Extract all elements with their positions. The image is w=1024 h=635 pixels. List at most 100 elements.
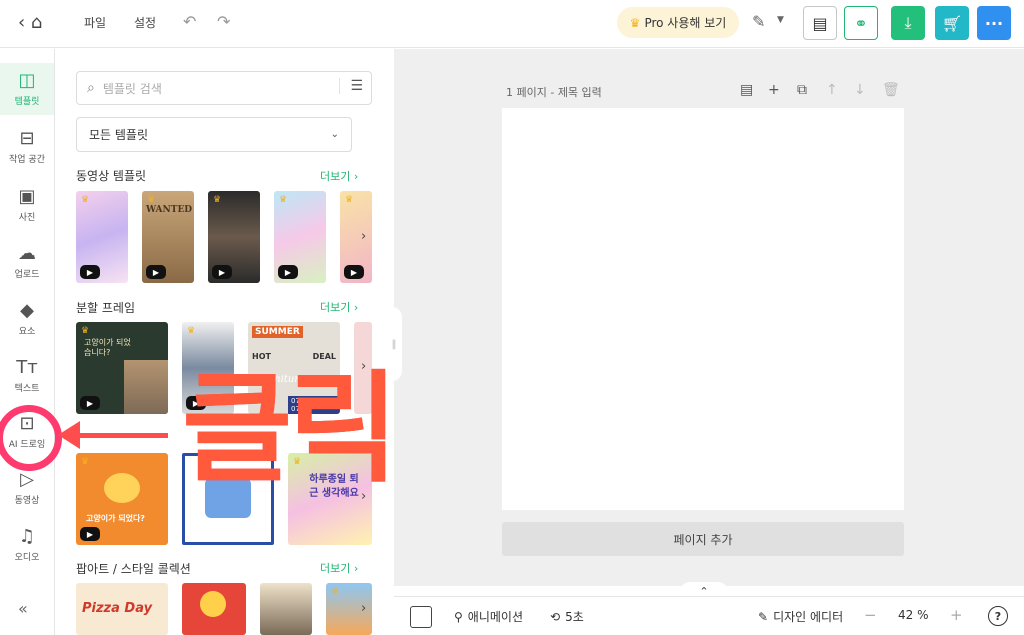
design-editor-button[interactable]: ✎ 디자인 에디터 bbox=[758, 608, 843, 625]
text-icon: Tт bbox=[16, 356, 38, 378]
copy-page-icon[interactable]: ⧉ bbox=[797, 82, 807, 98]
split-template-thumb[interactable]: ♛ 고양이가 되었습니다? ▶ bbox=[76, 322, 168, 414]
more-link-popart[interactable]: 더보기 › bbox=[320, 560, 358, 576]
nav-upload[interactable]: ☁ 업로드 bbox=[0, 236, 54, 288]
nav-label: 오디오 bbox=[14, 552, 40, 563]
video-template-thumb[interactable]: ♛ WANTED ▶ bbox=[142, 191, 194, 283]
page-title-input[interactable]: 1 페이지 - 제목 입력 bbox=[506, 84, 602, 100]
section-title-split: 분할 프레임 bbox=[76, 301, 136, 315]
nav-photos[interactable]: ▣ 사진 bbox=[0, 179, 54, 231]
pro-trial-button[interactable]: ♛ Pro 사용해 보기 bbox=[617, 7, 739, 38]
play-icon: ▶ bbox=[80, 265, 100, 279]
crown-icon: ♛ bbox=[187, 326, 196, 336]
share-icon: ⚭ bbox=[854, 13, 868, 33]
nav-label: 텍스트 bbox=[14, 383, 40, 394]
nav-audio[interactable]: ♫ 오디오 bbox=[0, 519, 54, 571]
delete-page-icon[interactable]: 🗑︎ bbox=[882, 82, 900, 98]
arrow-line bbox=[74, 433, 168, 438]
cat-image bbox=[124, 360, 168, 414]
zoom-in-icon[interactable]: + bbox=[950, 606, 963, 624]
popart-template-thumb[interactable] bbox=[182, 583, 246, 635]
duration-button[interactable]: ⟲ 5초 bbox=[550, 608, 584, 625]
animation-icon: ⚲ bbox=[454, 609, 463, 624]
nav-label: 작업 공간 bbox=[9, 154, 45, 165]
template-category-select[interactable]: 모든 템플릿 ⌄ bbox=[76, 117, 352, 152]
pro-trial-label: Pro 사용해 보기 bbox=[644, 16, 727, 30]
crown-icon: ♛ bbox=[331, 587, 340, 597]
audio-icon: ♫ bbox=[18, 525, 36, 547]
save-icon: ▤ bbox=[812, 13, 828, 33]
crown-icon: ♛ bbox=[279, 195, 288, 205]
background-color-swatch[interactable] bbox=[410, 606, 432, 628]
filter-icon[interactable]: ☰ bbox=[339, 78, 363, 94]
back-home-icon: ‹ ⌂ bbox=[18, 12, 43, 33]
nav-elements[interactable]: ◆ 요소 bbox=[0, 293, 54, 345]
design-page[interactable] bbox=[502, 108, 904, 510]
animation-label: 애니메이션 bbox=[467, 610, 523, 624]
thumb-text: SUMMER bbox=[252, 326, 303, 338]
more-link-video[interactable]: 더보기 › bbox=[320, 168, 358, 184]
template-search-input[interactable]: ⌕ 템플릿 검색 ☰ bbox=[76, 71, 372, 105]
nav-workspace[interactable]: ⊟ 작업 공간 bbox=[0, 121, 54, 173]
help-icon[interactable]: ? bbox=[988, 606, 1008, 626]
add-page-button[interactable]: 페이지 추가 bbox=[502, 522, 904, 556]
nav-templates[interactable]: ◫ 템플릿 bbox=[0, 63, 54, 115]
chevron-right-icon[interactable]: › bbox=[361, 229, 366, 244]
crown-icon: ♛ bbox=[345, 195, 354, 205]
video-template-thumb[interactable]: ♛ ▶ bbox=[76, 191, 128, 283]
collapse-icon[interactable]: « bbox=[18, 599, 28, 618]
upload-icon: ☁ bbox=[18, 242, 36, 264]
menu-settings[interactable]: 설정 bbox=[134, 14, 156, 31]
crown-icon: ♛ bbox=[629, 15, 641, 30]
popart-template-thumb[interactable]: Pizza Day bbox=[76, 583, 168, 635]
video-icon: ▷ bbox=[20, 468, 34, 490]
back-home-button[interactable]: ‹ ⌂ bbox=[18, 12, 42, 33]
video-template-thumb[interactable]: ♛ ▶ bbox=[340, 191, 372, 283]
more-button[interactable]: ··· bbox=[977, 6, 1011, 40]
more-link-split[interactable]: 더보기 › bbox=[320, 299, 358, 315]
chevron-down-icon: ⌄ bbox=[330, 129, 339, 140]
workspace-icon: ⊟ bbox=[19, 127, 35, 149]
cart-button[interactable]: 🛒︎ bbox=[935, 6, 969, 40]
thumb-text: WANTED bbox=[146, 205, 193, 215]
design-editor-label: 디자인 에디터 bbox=[773, 610, 844, 624]
thumb-text: 고양이가 되었다? bbox=[86, 514, 145, 523]
clock-icon: ⟲ bbox=[550, 609, 561, 624]
template-icon: ◫ bbox=[18, 69, 36, 91]
duration-label: 5초 bbox=[565, 610, 584, 624]
menu-file[interactable]: 파일 bbox=[84, 14, 106, 31]
note-icon[interactable]: ▤ bbox=[740, 82, 753, 98]
template-thumb[interactable]: ♛ 고양이가 되었다? ▶ bbox=[76, 453, 168, 545]
select-value: 모든 템플릿 bbox=[89, 128, 149, 142]
play-icon: ▶ bbox=[80, 396, 100, 410]
thumb-text: 고양이가 되었습니다? bbox=[84, 338, 131, 357]
download-icon: ⤓ bbox=[904, 13, 912, 32]
popart-template-thumb[interactable] bbox=[260, 583, 312, 635]
template-panel: ⌕ 템플릿 검색 ☰ 모든 템플릿 ⌄ 동영상 템플릿 더보기 › ♛ ▶ ♛ … bbox=[56, 49, 393, 635]
share-button[interactable]: ⚭ bbox=[844, 6, 878, 40]
video-template-thumb[interactable]: ♛ ▶ bbox=[208, 191, 260, 283]
nav-label: 동영상 bbox=[14, 495, 40, 506]
video-template-thumb[interactable]: ♛ ▶ bbox=[274, 191, 326, 283]
search-icon: ⌕ bbox=[87, 80, 95, 96]
more-label: 더보기 bbox=[320, 170, 351, 183]
move-down-icon[interactable]: ↓ bbox=[854, 82, 866, 98]
nav-text[interactable]: Tт 텍스트 bbox=[0, 350, 54, 402]
zoom-level[interactable]: 42 % bbox=[898, 608, 929, 622]
crown-icon: ♛ bbox=[81, 195, 90, 205]
save-button[interactable]: ▤ bbox=[803, 6, 837, 40]
zoom-out-icon[interactable]: − bbox=[864, 606, 877, 624]
nav-label: 사진 bbox=[18, 212, 36, 223]
animation-button[interactable]: ⚲ 애니메이션 bbox=[454, 608, 523, 625]
crown-icon: ♛ bbox=[213, 195, 222, 205]
play-icon: ▶ bbox=[212, 265, 232, 279]
undo-icon[interactable]: ↶ bbox=[183, 12, 196, 31]
download-button[interactable]: ⤓ bbox=[891, 6, 925, 40]
pen-icon[interactable]: ✎ bbox=[752, 12, 765, 31]
redo-icon[interactable]: ↷ bbox=[217, 12, 230, 31]
chevron-down-icon[interactable]: ▼ bbox=[777, 15, 784, 25]
left-nav: ◫ 템플릿 ⊟ 작업 공간 ▣ 사진 ☁ 업로드 ◆ 요소 Tт 텍스트 ⊡ A… bbox=[0, 49, 55, 635]
chevron-right-icon[interactable]: › bbox=[361, 601, 366, 616]
add-page-icon[interactable]: + bbox=[768, 82, 780, 98]
move-up-icon[interactable]: ↑ bbox=[826, 82, 838, 98]
